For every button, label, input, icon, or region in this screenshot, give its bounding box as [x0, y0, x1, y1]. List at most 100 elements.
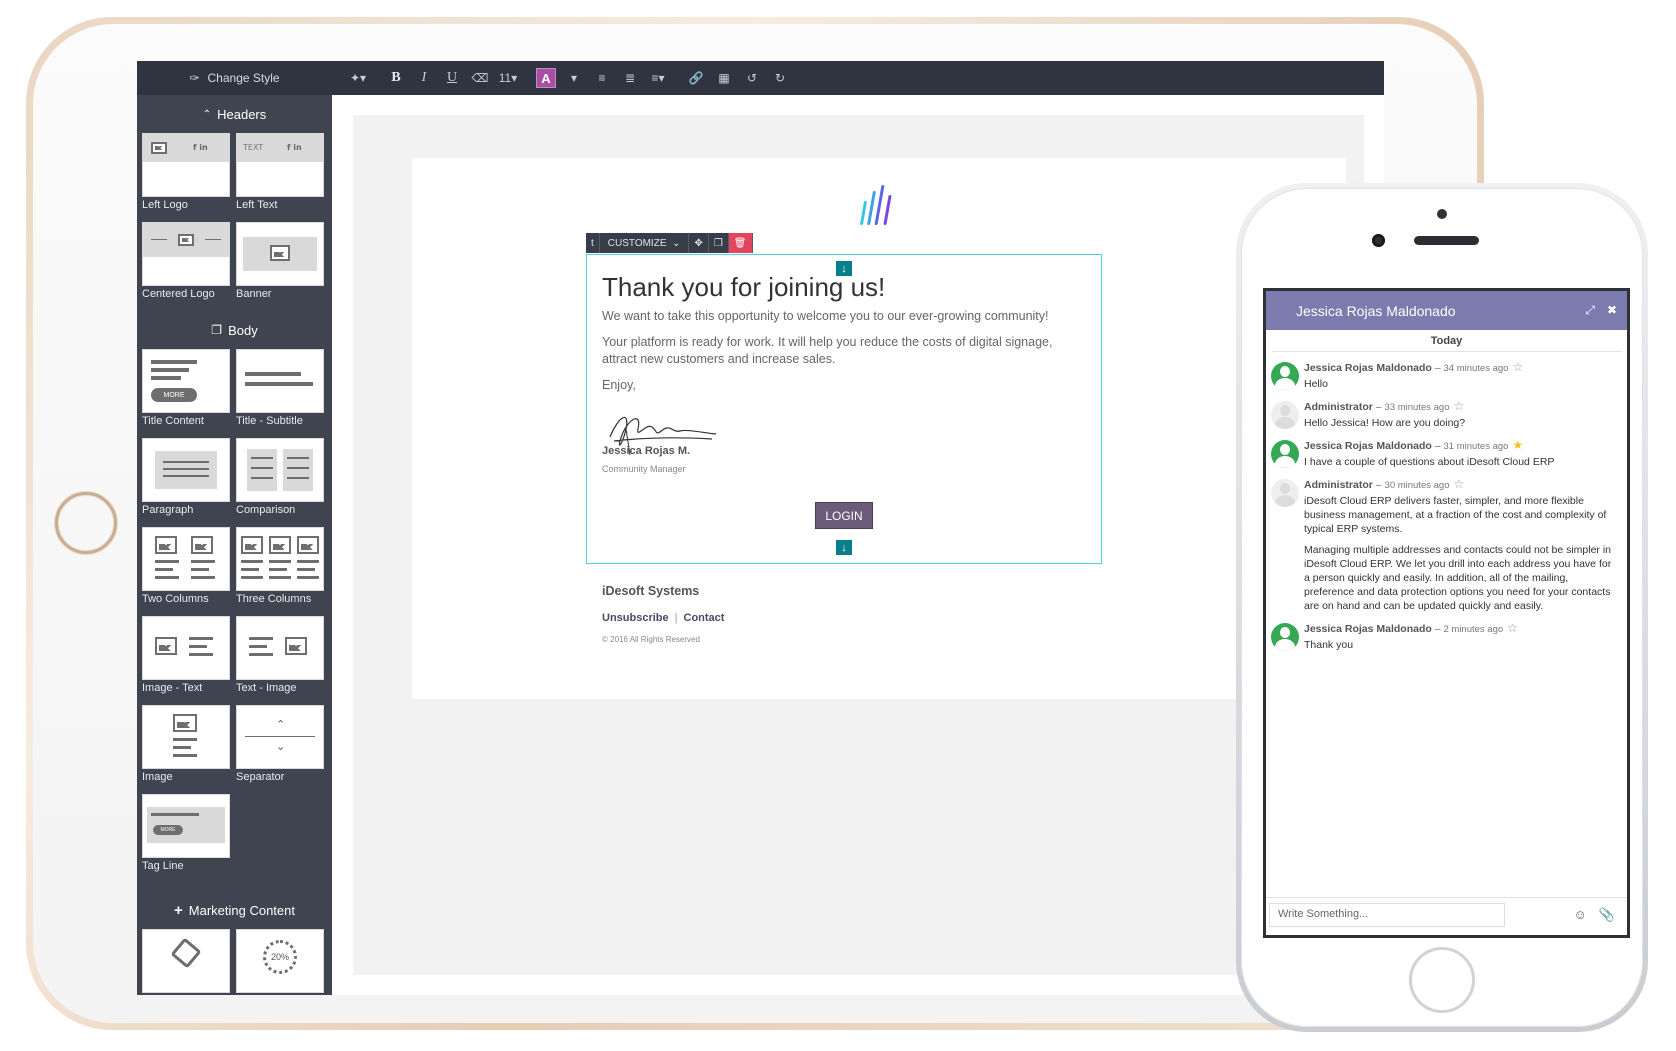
tile-line — [163, 461, 209, 463]
editor-toolbar: ✦▾ B I U ⌫ 11 ▾ A ▾ ≡ ≣ ≡▾ 🔗 ▦ ↺ ↻ — [332, 61, 1384, 95]
login-button[interactable]: LOGIN — [815, 502, 873, 529]
tile-tag-line[interactable]: MORE Tag Line — [142, 794, 230, 876]
tile-separator[interactable]: ⌃ ⌄ Separator — [236, 705, 324, 787]
avatar — [1271, 401, 1299, 429]
body-section-toggle[interactable]: ❐ Body — [137, 311, 332, 349]
tile-text-image[interactable]: Text - Image — [236, 616, 324, 698]
close-icon[interactable]: ✖ — [1607, 303, 1617, 318]
marketing-section-toggle[interactable]: + Marketing Content — [137, 891, 332, 929]
date-divider: Today — [1272, 330, 1621, 352]
trash-icon[interactable]: 🗑 — [728, 233, 753, 253]
star-filled-icon[interactable]: ★ — [1512, 438, 1523, 452]
tile-preview — [142, 705, 230, 769]
chat-controls: ⤢ ✖ — [1585, 303, 1617, 318]
tile-paragraph[interactable]: Paragraph — [142, 438, 230, 520]
align-icon[interactable]: ≡▾ — [644, 65, 672, 91]
tile-line — [241, 568, 259, 571]
change-style-label: Change Style — [207, 71, 280, 85]
tile-preview — [142, 527, 230, 591]
eraser-icon[interactable]: ⌫ — [466, 65, 494, 91]
font-color-button[interactable]: A — [536, 68, 556, 88]
tile-line — [205, 239, 221, 240]
tile-centered-logo[interactable]: Centered Logo — [142, 222, 230, 304]
duplicate-icon[interactable]: ❐ — [709, 233, 729, 253]
iphone-home-button — [1409, 947, 1475, 1013]
logo-bar — [883, 195, 892, 225]
message-author: Administrator — [1304, 479, 1373, 491]
font-size-select[interactable]: 11 ▾ — [494, 65, 522, 91]
tile-line — [191, 568, 209, 571]
arrow-down-icon[interactable]: ↓ — [836, 540, 852, 555]
customize-label: CUSTOMIZE — [607, 237, 667, 249]
emoji-icon[interactable]: ☺ — [1574, 907, 1587, 923]
tile-three-columns[interactable]: Three Columns — [236, 527, 324, 609]
tile-line — [163, 475, 209, 477]
paperclip-icon[interactable]: 📎 — [1599, 907, 1615, 923]
avatar — [1271, 362, 1299, 390]
unsubscribe-link[interactable]: Unsubscribe — [602, 612, 669, 624]
change-style-button[interactable]: ✑ Change Style — [137, 61, 332, 95]
image-icon — [297, 536, 319, 554]
tile-title-subtitle[interactable]: Title - Subtitle — [236, 349, 324, 431]
star-icon[interactable]: ☆ — [1454, 477, 1465, 491]
ticket-icon — [170, 937, 202, 969]
marketing-tiles: 20% — [137, 929, 332, 995]
headers-section-label: Headers — [217, 106, 267, 122]
message-meta: Administrator – 33 minutes ago ☆ — [1304, 399, 1465, 413]
tile-comparison[interactable]: Comparison — [236, 438, 324, 520]
underline-button[interactable]: U — [438, 65, 466, 91]
tile-left-logo[interactable]: f in Left Logo — [142, 133, 230, 215]
bold-button[interactable]: B — [382, 65, 410, 91]
numbered-list-icon[interactable]: ≣ — [616, 65, 644, 91]
tile-line — [173, 746, 191, 749]
tile-preview: TEXT f in — [236, 133, 324, 197]
star-icon[interactable]: ☆ — [1512, 360, 1523, 374]
customize-dropdown[interactable]: CUSTOMIZE ⌄ — [600, 233, 690, 253]
tile-preview: f in — [142, 133, 230, 197]
chat-compose-actions: ☺ 📎 — [1574, 907, 1615, 923]
tile-label: Text - Image — [236, 682, 297, 694]
tile-line — [241, 576, 263, 579]
chat-message: Administrator – 30 minutes ago ☆ iDesoft … — [1266, 477, 1627, 613]
tile-line — [269, 560, 291, 563]
bullet-list-icon[interactable]: ≡ — [588, 65, 616, 91]
message-time: 33 minutes ago — [1384, 402, 1450, 413]
tile-line — [251, 457, 273, 459]
move-icon[interactable]: ✥ — [689, 233, 709, 253]
copy-icon: ❐ — [211, 323, 223, 337]
star-icon[interactable]: ☆ — [1507, 621, 1518, 635]
image-icon — [191, 536, 213, 554]
chat-compose-bar: Write Something... ☺ 📎 — [1266, 897, 1627, 935]
tile-label: Separator — [236, 771, 285, 783]
chat-message-input[interactable]: Write Something... — [1269, 903, 1505, 927]
star-icon[interactable]: ☆ — [1454, 399, 1465, 413]
tile-left-text[interactable]: TEXT f in Left Text — [236, 133, 324, 215]
expand-icon[interactable]: ⤢ — [1585, 303, 1595, 318]
tile-title-content[interactable]: MORE Title Content — [142, 349, 230, 431]
tile-line — [151, 239, 167, 240]
footer-links: Unsubscribe | Contact — [602, 612, 724, 624]
tile-ticket[interactable] — [142, 929, 230, 993]
italic-button[interactable]: I — [410, 65, 438, 91]
caret-down-icon[interactable]: ▾ — [560, 65, 588, 91]
tile-image-text[interactable]: Image - Text — [142, 616, 230, 698]
iphone-device: Jessica Rojas Maldonado ⤢ ✖ Today Jessic… — [1236, 183, 1648, 1032]
image-insert-icon[interactable]: ▦ — [710, 65, 738, 91]
image-icon — [241, 536, 263, 554]
tile-banner[interactable]: Banner — [236, 222, 324, 304]
signature-name: Jessica Rojas M. — [602, 445, 691, 457]
redo-icon[interactable]: ↻ — [766, 65, 794, 91]
tile-label: Title Content — [142, 415, 204, 427]
headers-section-toggle[interactable]: ⌃ Headers — [137, 95, 332, 133]
link-icon[interactable]: 🔗 — [682, 65, 710, 91]
tile-label: Left Text — [236, 199, 278, 211]
magic-wand-icon[interactable]: ✦▾ — [344, 65, 372, 91]
image-icon — [173, 714, 197, 732]
undo-icon[interactable]: ↺ — [738, 65, 766, 91]
contact-link[interactable]: Contact — [684, 612, 725, 624]
editor-canvas: t CUSTOMIZE ⌄ ✥ ❐ 🗑 ↓ ↓ Thank you for jo… — [332, 95, 1384, 995]
tile-image[interactable]: Image — [142, 705, 230, 787]
tile-two-columns[interactable]: Two Columns — [142, 527, 230, 609]
block-type-icon[interactable]: t — [586, 233, 600, 253]
tile-discount[interactable]: 20% — [236, 929, 324, 993]
